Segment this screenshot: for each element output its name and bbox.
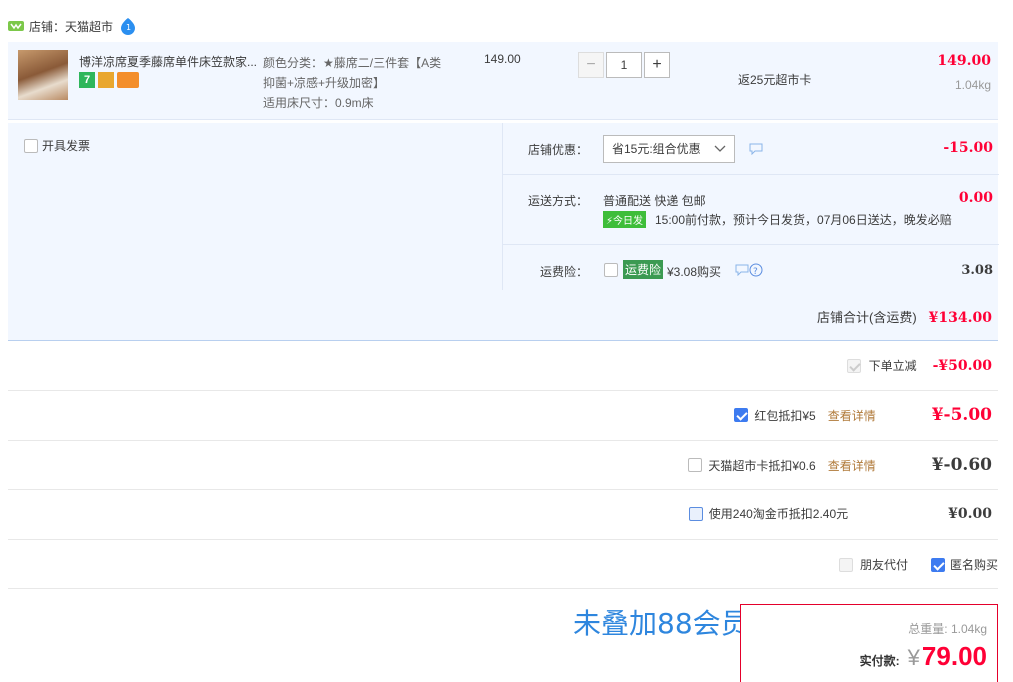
comment-icon[interactable]: [749, 143, 763, 155]
shop-icon: [8, 21, 24, 31]
svg-text:1: 1: [126, 23, 131, 32]
supercard-detail-link[interactable]: 查看详情: [828, 457, 876, 474]
payment-summary: 总重量: 1.04kg 实付款: ¥ 79.00: [740, 604, 998, 682]
discount-label: 店铺优惠：: [528, 143, 589, 157]
item-row: 博洋凉席夏季藤席单件床笠款家... 7 颜色分类：★藤席二/三件套【A类 抑菌+…: [8, 42, 998, 120]
invoice-label: 开具发票: [42, 139, 91, 153]
divider: [8, 588, 998, 589]
shop-total: 店铺合计(含运费) ¥134.00: [817, 307, 992, 326]
invoice-option[interactable]: 开具发票: [24, 137, 90, 154]
help-icon[interactable]: ?: [749, 263, 763, 277]
qty-minus-button[interactable]: −: [578, 52, 604, 78]
product-title[interactable]: 博洋凉席夏季藤席单件床笠款家...: [79, 53, 259, 70]
product-thumbnail[interactable]: [18, 50, 68, 100]
order-discount-checkbox: [846, 358, 861, 373]
quantity-stepper: − 1 +: [578, 52, 670, 78]
unit-price: 149.00: [484, 52, 521, 66]
invoice-checkbox[interactable]: [24, 138, 38, 153]
total-weight-value: 1.04kg: [950, 622, 987, 636]
shop-name[interactable]: 店铺：天猫超市: [29, 18, 113, 35]
redpacket-detail-link[interactable]: 查看详情: [828, 407, 876, 424]
sku-size: 适用床尺寸：0.9m床: [263, 96, 374, 110]
insurance-label: 运费险：: [540, 265, 589, 279]
today-ship-tag-text: 今日发: [613, 216, 644, 227]
actual-payment-label: 实付款:: [859, 654, 900, 668]
order-discount-row: 下单立减 -¥50.00: [846, 357, 992, 374]
actual-payment: 实付款: ¥ 79.00: [860, 641, 987, 672]
anonymous-checkbox[interactable]: [930, 557, 945, 572]
item-subtotal: 149.00: [937, 53, 991, 69]
order-discount-label: 下单立减: [868, 359, 917, 373]
supercard-row: 天猫超市卡抵扣¥0.6 查看详情 ¥-0.60: [688, 455, 992, 475]
coins-checkbox[interactable]: [688, 506, 703, 521]
insurance-price: ¥3.08购买: [667, 265, 722, 279]
insurance-row: 运费险： 运费险 ¥3.08购买 ? 3.08: [503, 245, 999, 290]
discount-select[interactable]: 省15元:组合优惠: [603, 135, 735, 163]
qty-input[interactable]: 1: [606, 52, 642, 78]
discount-amount: -15.00: [943, 140, 993, 156]
comment-icon[interactable]: [735, 264, 749, 276]
guarantee-badge-icon[interactable]: [98, 72, 114, 88]
insurance-checkbox[interactable]: [604, 263, 618, 277]
anonymous-label: 匿名购买: [949, 558, 998, 572]
actual-payment-amount: 79.00: [921, 641, 987, 671]
shop-total-amount: ¥134.00: [928, 310, 992, 326]
total-weight: 总重量: 1.04kg: [908, 620, 987, 637]
shipping-amount: 0.00: [958, 190, 993, 206]
sku-info: 颜色分类：★藤席二/三件套【A类 抑菌+凉感+升级加密】 适用床尺寸：0.9m床: [263, 53, 441, 113]
currency-symbol: ¥: [907, 645, 920, 670]
shipping-eta: 15:00前付款，预计今日发货，07月06日送达，晚发必赔: [655, 213, 952, 227]
chat-bubble-icon[interactable]: 1: [119, 17, 137, 35]
insurance-amount: 3.08: [961, 263, 993, 278]
qty-plus-button[interactable]: +: [644, 52, 670, 78]
shop-header: 店铺：天猫超市 1: [8, 16, 137, 36]
rebate-text: 返25元超市卡: [738, 73, 812, 87]
divider: [8, 489, 998, 490]
discount-selected: 省15元:组合优惠: [612, 142, 701, 156]
divider: [8, 539, 998, 540]
shop-options: 店铺优惠： 省15元:组合优惠 -15.00 运送方式： 普通配送 快递 包邮 …: [502, 123, 999, 290]
item-weight: 1.04kg: [954, 78, 991, 92]
seven-day-return-badge[interactable]: 7: [79, 72, 95, 88]
order-discount-amount: -¥50.00: [932, 357, 992, 374]
shipping-row: 运送方式： 普通配送 快递 包邮 0.00 ⚡今日发 15:00前付款，预计今日…: [503, 175, 999, 245]
pay-options-row: 朋友代付 匿名购买: [838, 556, 998, 573]
total-weight-label: 总重量:: [908, 622, 948, 636]
shipping-label: 运送方式：: [528, 194, 589, 208]
coins-label: 使用240淘金币抵扣2.40元: [708, 507, 849, 521]
insurance-tag: 运费险: [623, 260, 664, 279]
coins-amount: ¥0.00: [948, 505, 992, 522]
redpacket-checkbox[interactable]: [734, 408, 749, 422]
chevron-down-icon: [714, 145, 726, 152]
redpacket-amount: ¥-5.00: [931, 405, 992, 425]
coins-row: 使用240淘金币抵扣2.40元 ¥0.00: [688, 505, 992, 522]
sku-color-cont: 抑菌+凉感+升级加密】: [263, 76, 386, 90]
supercard-amount: ¥-0.60: [931, 455, 992, 475]
discount-row: 店铺优惠： 省15元:组合优惠 -15.00: [503, 123, 999, 175]
shop-total-label: 店铺合计(含运费): [817, 310, 917, 325]
svg-text:?: ?: [753, 267, 758, 277]
divider: [8, 440, 998, 441]
sku-color: 颜色分类：★藤席二/三件套【A类: [263, 56, 442, 70]
redpacket-row: 红包抵扣¥5 查看详情 ¥-5.00: [734, 405, 992, 425]
supercard-label: 天猫超市卡抵扣¥0.6: [708, 458, 816, 473]
card-badge-icon[interactable]: [117, 72, 139, 88]
shop-detail-panel: 开具发票 店铺优惠： 省15元:组合优惠 -15.00 运送方式： 普通配送 快…: [8, 123, 999, 341]
friend-pay-label: 朋友代付: [859, 558, 908, 572]
friend-pay-checkbox: [838, 557, 853, 572]
supercard-checkbox[interactable]: [688, 458, 703, 472]
divider: [8, 390, 998, 391]
service-badges: 7: [79, 72, 139, 88]
today-ship-tag: ⚡今日发: [603, 211, 647, 228]
redpacket-label: 红包抵扣¥5: [754, 408, 816, 423]
shipping-method: 普通配送 快递 包邮: [603, 194, 706, 208]
